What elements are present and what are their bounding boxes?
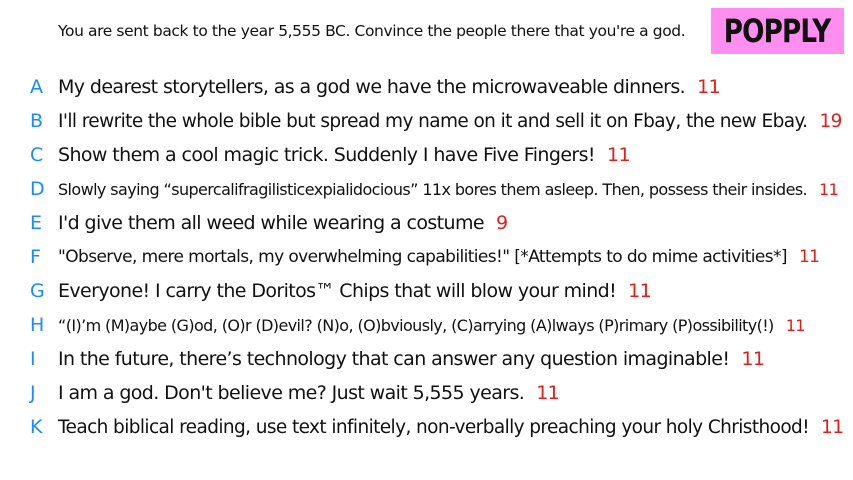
answer-text: "Observe, mere mortals, my overwhelming … bbox=[58, 247, 820, 267]
answer-text-content: I'd give them all weed while wearing a c… bbox=[58, 212, 485, 234]
answer-letter: K bbox=[30, 416, 43, 438]
answer-score: 11 bbox=[785, 315, 806, 335]
answer-text-content: In the future, there’s technology that c… bbox=[58, 348, 730, 370]
answer-text-content: Everyone! I carry the Doritos™ Chips tha… bbox=[58, 280, 617, 302]
answer-score: 19 bbox=[819, 110, 842, 132]
answer-score: 11 bbox=[697, 76, 721, 98]
answer-letter: A bbox=[30, 76, 43, 98]
answer-letter: I bbox=[30, 348, 36, 370]
answer-text-content: "Observe, mere mortals, my overwhelming … bbox=[58, 247, 788, 267]
answer-text: My dearest storytellers, as a god we hav… bbox=[58, 76, 721, 98]
answer-score: 11 bbox=[819, 179, 839, 199]
answer-text-content: My dearest storytellers, as a god we hav… bbox=[58, 76, 686, 98]
prompt-question: You are sent back to the year 5,555 BC. … bbox=[58, 22, 686, 40]
answer-letter: F bbox=[30, 246, 41, 268]
answer-letter: J bbox=[30, 382, 36, 404]
answer-score: 11 bbox=[606, 144, 631, 166]
answer-text: Show them a cool magic trick. Suddenly I… bbox=[58, 144, 631, 166]
answer-score: 11 bbox=[798, 247, 820, 267]
answer-text: I'll rewrite the whole bible but spread … bbox=[58, 111, 842, 132]
answer-text: In the future, there’s technology that c… bbox=[58, 348, 765, 370]
answer-text: Teach biblical reading, use text infinit… bbox=[58, 416, 844, 438]
answer-letter: G bbox=[30, 280, 45, 302]
answer-letter: E bbox=[30, 212, 43, 234]
answer-text-content: Teach biblical reading, use text infinit… bbox=[58, 416, 810, 438]
answer-text-content: Slowly saying “supercalifragilisticexpia… bbox=[58, 179, 808, 199]
answer-text-content: I'll rewrite the whole bible but spread … bbox=[58, 110, 808, 132]
answer-letter: H bbox=[30, 314, 45, 336]
answer-text-content: I am a god. Don't believe me? Just wait … bbox=[58, 382, 525, 404]
answer-letter: C bbox=[30, 144, 44, 166]
logo-text: POPPLY bbox=[724, 12, 832, 50]
answer-text: I'd give them all weed while wearing a c… bbox=[58, 212, 508, 234]
answer-letter: D bbox=[30, 178, 45, 200]
popply-logo: POPPLY bbox=[711, 8, 844, 54]
answer-text: I am a god. Don't believe me? Just wait … bbox=[58, 382, 560, 404]
answer-text: Slowly saying “supercalifragilisticexpia… bbox=[58, 179, 839, 199]
answer-score: 11 bbox=[536, 382, 560, 404]
answer-score: 9 bbox=[495, 212, 508, 234]
answer-text: Everyone! I carry the Doritos™ Chips tha… bbox=[58, 280, 652, 302]
answer-text-content: Show them a cool magic trick. Suddenly I… bbox=[58, 144, 596, 166]
answer-score: 11 bbox=[741, 348, 765, 370]
answer-text: “(I)’m (M)aybe (G)od, (O)r (D)evil? (N)o… bbox=[58, 316, 805, 335]
answer-score: 11 bbox=[821, 416, 844, 438]
answer-letter: B bbox=[30, 110, 44, 132]
answer-score: 11 bbox=[628, 280, 652, 302]
answer-text-content: “(I)’m (M)aybe (G)od, (O)r (D)evil? (N)o… bbox=[58, 315, 774, 335]
